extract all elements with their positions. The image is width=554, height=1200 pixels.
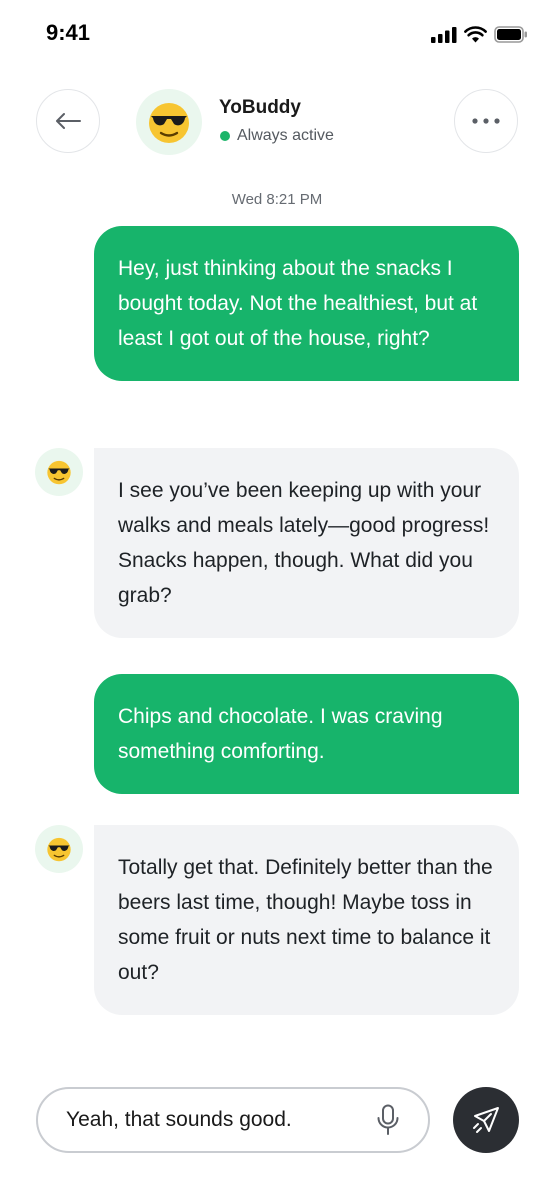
sunglasses-emoji-icon <box>47 837 71 862</box>
sunglasses-emoji-icon <box>149 103 189 143</box>
bot-avatar <box>35 448 83 496</box>
microphone-icon[interactable] <box>376 1104 400 1136</box>
send-icon <box>473 1107 499 1133</box>
user-message-bubble: Hey, just thinking about the snacks I bo… <box>94 226 519 381</box>
buddy-name: YoBuddy <box>219 97 301 118</box>
more-options-button[interactable] <box>454 89 518 153</box>
back-button[interactable] <box>36 89 100 153</box>
message-input-value[interactable]: Yeah, that sounds good. <box>66 1108 376 1132</box>
bot-message-bubble: I see you’ve been keeping up with your w… <box>94 448 519 638</box>
presence-label: Always active <box>237 127 334 144</box>
send-button[interactable] <box>453 1087 519 1153</box>
message-input[interactable]: Yeah, that sounds good. <box>36 1087 430 1153</box>
user-message-bubble: Chips and chocolate. I was craving somet… <box>94 674 519 794</box>
presence-status: Always active <box>220 127 334 145</box>
bot-message-bubble: Totally get that. Definitely better than… <box>94 825 519 1015</box>
chat-screen: 9:41 YoBuddy Always active Wed 8:21 PM H… <box>0 0 554 1200</box>
bot-avatar <box>35 825 83 873</box>
wifi-icon <box>464 26 487 43</box>
battery-icon <box>494 26 527 43</box>
cellular-signal-icon <box>431 26 457 43</box>
message-timestamp: Wed 8:21 PM <box>231 191 323 208</box>
status-icons <box>431 26 528 43</box>
more-horizontal-icon <box>472 118 500 124</box>
arrow-left-icon <box>56 113 81 129</box>
buddy-avatar <box>136 89 202 155</box>
online-dot-icon <box>220 131 230 141</box>
sunglasses-emoji-icon <box>47 460 71 485</box>
status-time: 9:41 <box>46 20 91 45</box>
